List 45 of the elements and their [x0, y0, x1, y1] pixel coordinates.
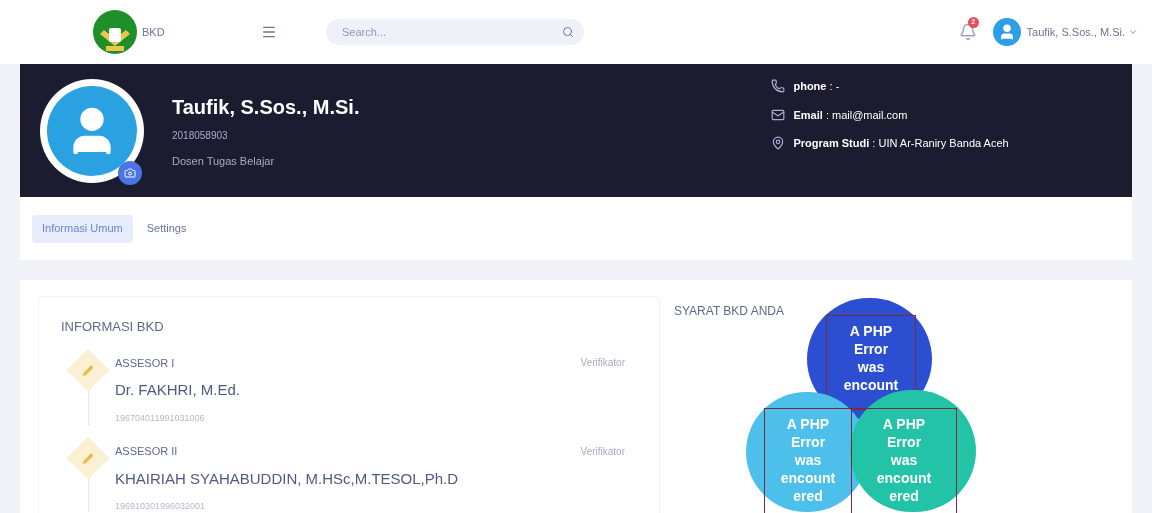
assessor-role: ASSESOR I — [115, 355, 175, 371]
error-text: A PHP — [786, 415, 830, 433]
error-text: encount — [843, 376, 899, 394]
error-text: A PHP — [882, 415, 926, 433]
assessor-nip: 196910301996032001 — [115, 500, 207, 513]
error-text: ered — [793, 487, 823, 505]
tab[interactable]: Settings — [136, 214, 197, 243]
contact-info: Program Studi : UIN Ar-Raniry Banda Aceh — [793, 136, 1009, 151]
error-text: Error — [886, 433, 922, 451]
error-text: was — [794, 451, 822, 469]
profile-name: Taufik, S.Sos., M.Si. — [172, 94, 360, 120]
profile-role: Dosen Tugas Belajar — [172, 153, 276, 169]
contact-info: Email : mail@mail.com — [793, 107, 908, 123]
search-icon[interactable] — [562, 26, 574, 38]
location-pin-icon — [771, 136, 786, 151]
assessor-role: ASSESOR II — [115, 444, 178, 459]
assessor-name: Dr. FAKHRI, M.Ed. — [115, 380, 242, 400]
menu-icon[interactable] — [260, 24, 277, 40]
user-name[interactable]: Taufik, S.Sos., M.Si. — [1026, 23, 1125, 41]
error-text: Error — [790, 433, 826, 451]
assessor-name: KHAIRIAH SYAHABUDDIN, M.HSc,M.TESOL,Ph.D — [115, 468, 460, 489]
contact-info: phone : - — [793, 79, 840, 94]
user-avatar[interactable] — [992, 18, 1021, 46]
search-field[interactable]: Search... — [326, 19, 584, 45]
camera-icon — [124, 166, 136, 179]
section-title: INFORMASI BKD — [61, 318, 165, 336]
assessor-tag: Verifikator — [580, 443, 625, 459]
error-text: A PHP — [849, 322, 893, 340]
error-text: encount — [780, 469, 836, 487]
tab[interactable]: Informasi Umum — [32, 214, 133, 243]
chevron-down-icon[interactable] — [1128, 27, 1138, 37]
envelope-icon — [771, 107, 786, 122]
bell-icon[interactable] — [958, 23, 977, 41]
camera-button[interactable] — [118, 160, 142, 185]
error-text: Error — [853, 340, 889, 358]
error-text: encount — [876, 469, 932, 487]
error-text: ered — [889, 487, 919, 505]
error-text: was — [857, 358, 885, 376]
brand-name: BKD — [142, 24, 165, 40]
section-title: SYARAT BKD ANDA — [674, 303, 785, 320]
assessor-tag: Verifikator — [580, 355, 625, 371]
error-text: was — [890, 451, 918, 469]
profile-id: 2018058903 — [172, 128, 229, 143]
phone-icon — [771, 79, 786, 94]
assessor-nip: 196704011991031006 — [115, 411, 206, 425]
